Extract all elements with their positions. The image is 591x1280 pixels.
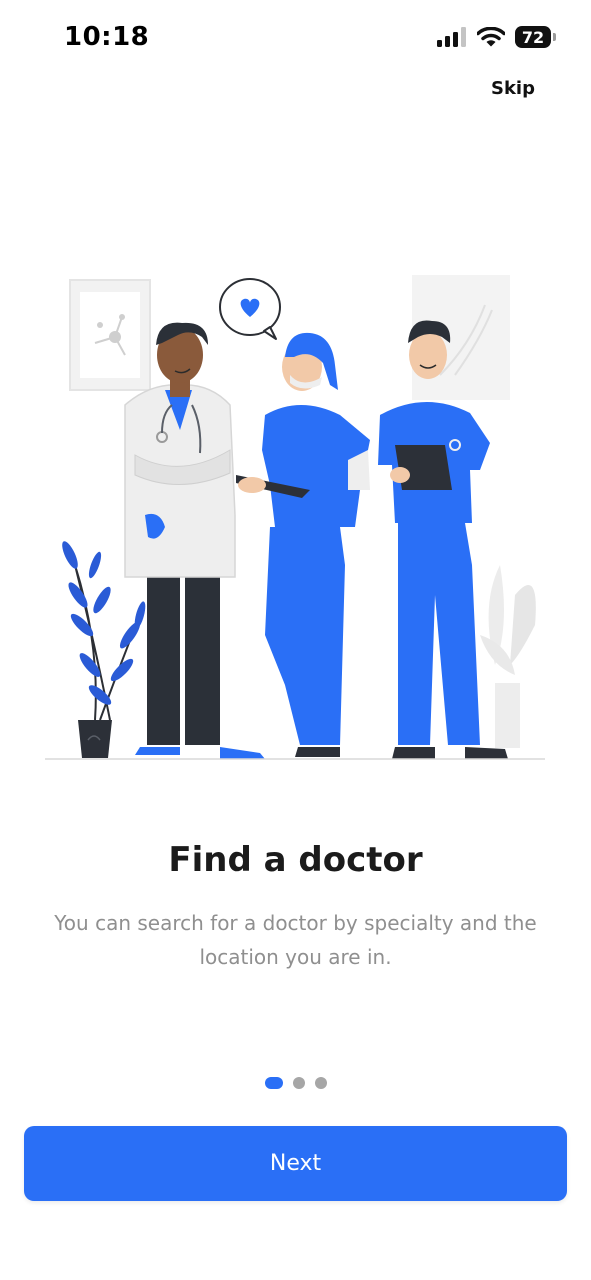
next-button[interactable]: Next — [24, 1126, 567, 1201]
status-bar: 10:18 72 — [0, 0, 591, 80]
nurse-figure — [236, 332, 370, 757]
onboarding-title: Find a doctor — [168, 840, 423, 880]
battery-tip — [553, 33, 556, 41]
battery-icon: 72 — [515, 26, 556, 48]
page-dot — [314, 1077, 327, 1089]
battery-level: 72 — [521, 27, 545, 47]
page-dot-active — [264, 1077, 283, 1089]
doctors-illustration — [45, 275, 545, 760]
wifi-icon — [477, 27, 505, 47]
heart-speech-bubble — [219, 278, 281, 340]
status-time: 10:18 — [64, 22, 150, 52]
onboarding-description: You can search for a doctor by specialty… — [54, 911, 537, 969]
skip-button[interactable]: Skip — [491, 78, 535, 99]
wall-frame-left — [69, 279, 151, 391]
status-icons: 72 — [437, 26, 556, 48]
plant-right — [480, 565, 536, 748]
cellular-signal-icon — [437, 27, 466, 47]
page-dot — [292, 1077, 305, 1089]
page-indicator — [0, 1077, 591, 1089]
